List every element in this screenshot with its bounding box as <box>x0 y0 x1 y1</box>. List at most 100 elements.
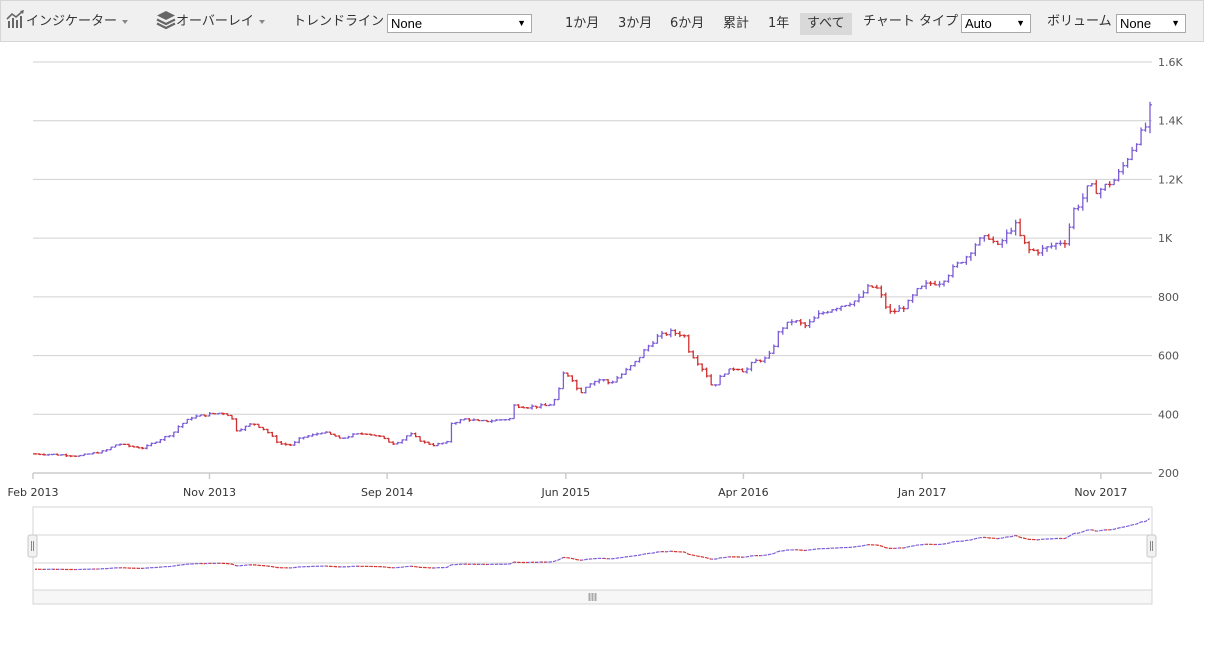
ohlc-bar <box>758 360 762 363</box>
ohlc-bar <box>664 332 668 335</box>
layers-icon <box>156 10 176 30</box>
ohlc-bar <box>826 311 830 314</box>
ohlc-bar <box>463 418 467 420</box>
handle-body[interactable] <box>28 535 37 557</box>
ohlc-bar <box>481 420 485 421</box>
ohlc-bar <box>741 368 745 372</box>
navigator-frame <box>33 507 1152 590</box>
indicators-label: インジケーター <box>26 14 117 29</box>
ohlc-bar <box>969 252 973 261</box>
ohlc-bar <box>297 437 301 443</box>
ohlc-bar <box>369 434 373 436</box>
ohlc-bar <box>566 373 570 377</box>
ohlc-bar <box>145 444 149 449</box>
trendline-select[interactable]: None▼ <box>387 14 532 33</box>
ohlc-bar <box>239 428 243 431</box>
ohlc-bar <box>82 454 86 456</box>
ohlc-bar <box>561 371 565 388</box>
range-button[interactable]: すべて <box>800 13 852 35</box>
ohlc-bar <box>517 404 521 408</box>
ohlc-bar <box>951 264 955 277</box>
ohlc-bar <box>33 453 37 454</box>
ohlc-bar <box>938 281 942 287</box>
ohlc-bar <box>803 322 807 328</box>
range-button[interactable]: 累計 <box>716 13 756 35</box>
ohlc-bar <box>629 365 633 370</box>
ohlc-bar <box>109 447 113 450</box>
range-button[interactable]: 3か月 <box>611 13 659 35</box>
ohlc-bar <box>785 322 789 329</box>
ohlc-bar <box>638 358 642 363</box>
ohlc-bar <box>884 293 888 309</box>
ohlc-bar <box>942 280 946 286</box>
ohlc-bar <box>852 301 856 307</box>
ohlc-bar <box>140 447 144 449</box>
ohlc-bar <box>1014 220 1018 236</box>
ohlc-bar <box>96 452 100 454</box>
dropdown-arrow-icon: ▼ <box>1016 15 1025 32</box>
ohlc-bar <box>1094 180 1098 194</box>
ohlc-bar <box>902 306 906 312</box>
ohlc-bar <box>243 426 247 431</box>
navigator-handle-left[interactable] <box>28 535 37 557</box>
chart-type-select[interactable]: Auto▼ <box>961 14 1031 33</box>
ohlc-bar <box>266 429 270 434</box>
ohlc-bar <box>924 280 928 289</box>
volume-select[interactable]: None▼ <box>1116 14 1186 33</box>
y-grid <box>33 62 1152 473</box>
ohlc-bar <box>185 419 189 423</box>
navigator-handle-right[interactable] <box>1147 535 1156 557</box>
ohlc-bar <box>132 446 136 448</box>
ohlc-bar <box>373 435 377 436</box>
ohlc-bar <box>615 376 619 382</box>
ohlc-bar <box>808 319 812 328</box>
x-tick-label: Nov 2013 <box>183 486 236 499</box>
ohlc-bar <box>46 454 50 456</box>
ohlc-bar <box>624 368 628 375</box>
handle-body[interactable] <box>1147 535 1156 557</box>
ohlc-bar <box>1049 243 1053 249</box>
range-button[interactable]: 1年 <box>761 13 796 35</box>
ohlc-bar <box>776 331 780 348</box>
ohlc-bar <box>696 355 700 365</box>
ohlc-bar <box>933 281 937 286</box>
ohlc-bar <box>781 327 785 335</box>
range-button[interactable]: 1か月 <box>558 13 606 35</box>
ohlc-bar <box>718 375 722 385</box>
ohlc-bar <box>1005 230 1009 244</box>
ohlc-bar <box>996 241 1000 245</box>
ohlc-bar <box>275 435 279 443</box>
ohlc-bar <box>790 319 794 325</box>
ohlc-bar <box>830 309 834 312</box>
ohlc-bar <box>167 435 171 437</box>
ohlc-bar <box>991 236 995 243</box>
ohlc-bar <box>812 316 816 322</box>
overlays-menu[interactable]: オーバーレイ <box>156 1 265 43</box>
ohlc-bar <box>64 454 68 457</box>
ohlc-bar <box>655 334 659 344</box>
range-button[interactable]: 6か月 <box>663 13 711 35</box>
ohlc-bar <box>51 454 55 455</box>
ohlc-bar <box>154 442 158 444</box>
ohlc-bar <box>736 369 740 371</box>
ohlc-bar <box>252 424 256 426</box>
ohlc-bar <box>669 328 673 337</box>
ohlc-bar <box>1000 239 1004 248</box>
ohlc-bar <box>848 302 852 306</box>
ohlc-bar <box>839 306 843 311</box>
ohlc-bar <box>123 444 127 445</box>
ohlc-bar <box>521 406 525 408</box>
ohlc-bar <box>445 441 449 444</box>
ohlc-bar <box>414 433 418 438</box>
indicators-menu[interactable]: インジケーター <box>6 1 128 43</box>
ohlc-bar <box>1072 207 1076 229</box>
ohlc-bar <box>700 363 704 371</box>
ohlc-bar <box>1090 183 1094 186</box>
ohlc-bar <box>1063 240 1067 248</box>
ohlc-bar <box>235 418 239 431</box>
y-tick-label: 1.6K <box>1158 56 1183 69</box>
ohlc-bar <box>821 311 825 314</box>
ohlc-bar <box>732 368 736 371</box>
ohlc-bar <box>440 443 444 445</box>
ohlc-bar <box>136 446 140 448</box>
